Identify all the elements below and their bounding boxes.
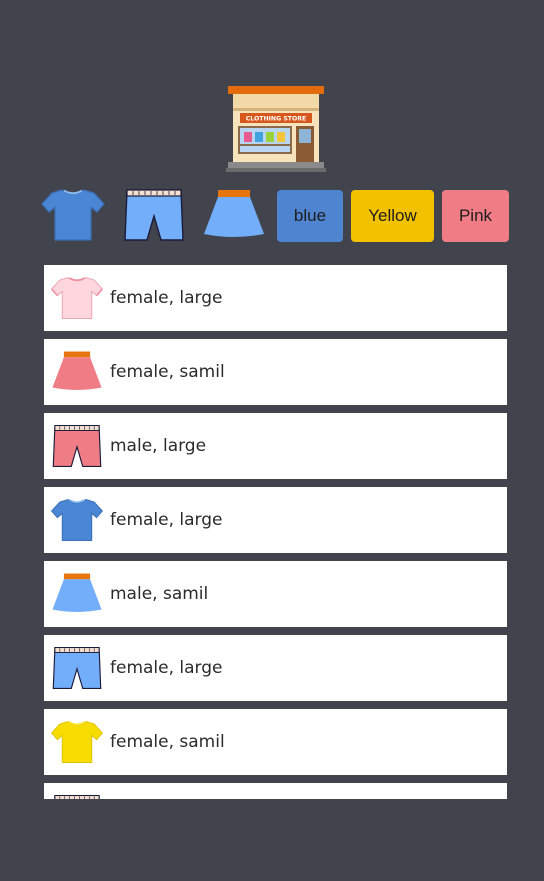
skirt-icon [50,347,104,397]
filter-toolbar: blue Yellow Pink [40,186,512,244]
item-description: female, large [110,658,223,678]
store-sign-text: CLOTHING STORE [246,116,307,123]
list-item[interactable]: female, large [44,487,507,553]
app-page: CLOTHING STORE blue Yellow Pink female, … [0,0,544,881]
skirt-icon [204,190,264,237]
item-description: female, samil [110,362,225,382]
item-description: male, samil [110,584,209,604]
pants-icon [50,643,104,693]
tshirt-icon [50,717,104,767]
clothing-list[interactable]: female, large female, samil male, large [44,265,507,799]
pants-icon [50,421,104,471]
item-description: female, large [110,288,223,308]
pants-icon [124,189,184,241]
tshirt-icon [41,189,105,241]
blue-color-button[interactable]: blue [277,190,343,242]
tshirt-icon [50,495,104,545]
list-item[interactable]: female, samil [44,339,507,405]
list-item[interactable]: male, large [44,413,507,479]
tshirt-filter-button[interactable] [40,186,106,244]
list-item[interactable]: male, samil [44,561,507,627]
list-item[interactable]: female, large [44,635,507,701]
pink-color-button[interactable]: Pink [442,190,509,242]
tshirt-icon [50,273,104,323]
list-item[interactable]: female, samil [44,709,507,775]
clothing-store-logo[interactable]: CLOTHING STORE [226,86,326,172]
item-description: female, large [110,510,223,530]
pants-filter-button[interactable] [121,186,187,244]
item-description: female, samil [110,732,225,752]
skirt-filter-button[interactable] [201,186,267,244]
list-item[interactable] [44,783,507,799]
item-description: male, large [110,436,207,456]
pants-icon [50,791,104,799]
yellow-color-button[interactable]: Yellow [351,190,434,242]
clothing-store-icon: CLOTHING STORE [226,86,326,172]
list-item[interactable]: female, large [44,265,507,331]
skirt-icon [50,569,104,619]
